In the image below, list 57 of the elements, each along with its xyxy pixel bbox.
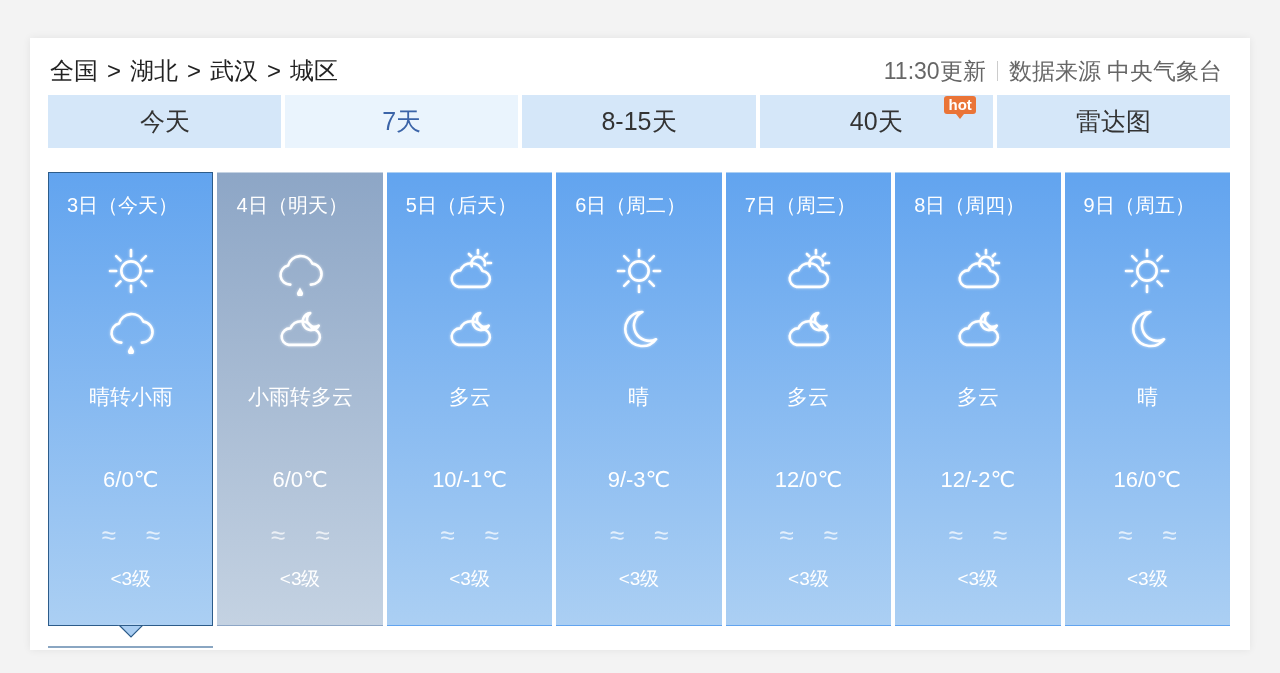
temperature-range: 12/0℃ bbox=[774, 466, 843, 494]
wind-icon: ≈ bbox=[270, 523, 286, 547]
weather-description: 多云 bbox=[448, 384, 491, 410]
forecast-date: 4日（明天） bbox=[236, 193, 348, 218]
tab[interactable]: 今天 bbox=[48, 95, 282, 148]
breadcrumb-separator: > bbox=[187, 57, 202, 85]
wind-level: <3级 bbox=[279, 567, 321, 591]
wind-level: <3级 bbox=[110, 567, 152, 591]
wind-icon: ≈ bbox=[779, 523, 794, 547]
forecast-date: 5日（后天） bbox=[405, 193, 517, 218]
breadcrumb-separator: > bbox=[267, 57, 282, 85]
wind-icon: ≈ bbox=[440, 523, 455, 547]
temperature-range: 10/-1℃ bbox=[432, 466, 507, 494]
wind-level: <3级 bbox=[788, 567, 829, 591]
forecast-date: 3日（今天） bbox=[67, 193, 179, 218]
temperature-range: 6/0℃ bbox=[272, 466, 328, 494]
wind-icon: ≈ bbox=[1118, 523, 1133, 547]
breadcrumb-link[interactable]: 城区 bbox=[290, 55, 339, 87]
weather-description: 小雨转多云 bbox=[247, 384, 353, 410]
forecast-date: 8日（周四） bbox=[914, 193, 1026, 218]
weather-description: 晴 bbox=[1136, 384, 1158, 410]
wind-icon: ≈ bbox=[1162, 523, 1177, 547]
breadcrumb-link[interactable]: 全国 bbox=[50, 55, 98, 87]
forecast-date: 7日（周三） bbox=[744, 193, 856, 218]
tab[interactable]: 雷达图 bbox=[996, 95, 1230, 148]
breadcrumb-link[interactable]: 湖北 bbox=[130, 55, 178, 87]
tab[interactable]: 7天 bbox=[285, 95, 519, 148]
forecast-date: 9日（周五） bbox=[1083, 193, 1195, 218]
breadcrumb-link[interactable]: 武汉 bbox=[210, 55, 259, 87]
update-time: 11:30更新 bbox=[883, 56, 986, 86]
wind-icon: ≈ bbox=[948, 523, 963, 547]
data-source: 数据来源 中央气象台 bbox=[1008, 56, 1222, 86]
weather-description: 晴 bbox=[628, 384, 650, 410]
wind-level: <3级 bbox=[957, 567, 999, 591]
tab[interactable]: 8-15天 bbox=[522, 95, 756, 148]
wind-level: <3级 bbox=[1126, 567, 1168, 591]
wind-icon: ≈ bbox=[145, 523, 160, 547]
temperature-range: 16/0℃ bbox=[1113, 466, 1182, 494]
wind-icon: ≈ bbox=[609, 523, 624, 547]
wind-icon: ≈ bbox=[315, 523, 330, 547]
wind-icon: ≈ bbox=[101, 523, 116, 547]
weather-description: 多云 bbox=[956, 384, 999, 410]
forecast-date: 6日（周二） bbox=[575, 193, 687, 218]
tab[interactable]: 40天 hot bbox=[759, 95, 993, 148]
wind-icon: ≈ bbox=[823, 523, 838, 547]
temperature-range: 12/-2℃ bbox=[940, 466, 1016, 494]
weather-description: 多云 bbox=[787, 384, 830, 410]
wind-icon: ≈ bbox=[654, 523, 669, 547]
wind-level: <3级 bbox=[618, 567, 660, 591]
sun-icon bbox=[614, 246, 664, 296]
weather-description: 晴转小雨 bbox=[88, 384, 173, 410]
wind-icon: ≈ bbox=[484, 523, 499, 547]
wind-level: <3级 bbox=[449, 567, 490, 591]
wind-icon: ≈ bbox=[992, 523, 1008, 547]
temperature-range: 9/-3℃ bbox=[607, 466, 671, 494]
temperature-range: 6/0℃ bbox=[103, 466, 159, 494]
breadcrumb-separator: > bbox=[107, 57, 121, 85]
